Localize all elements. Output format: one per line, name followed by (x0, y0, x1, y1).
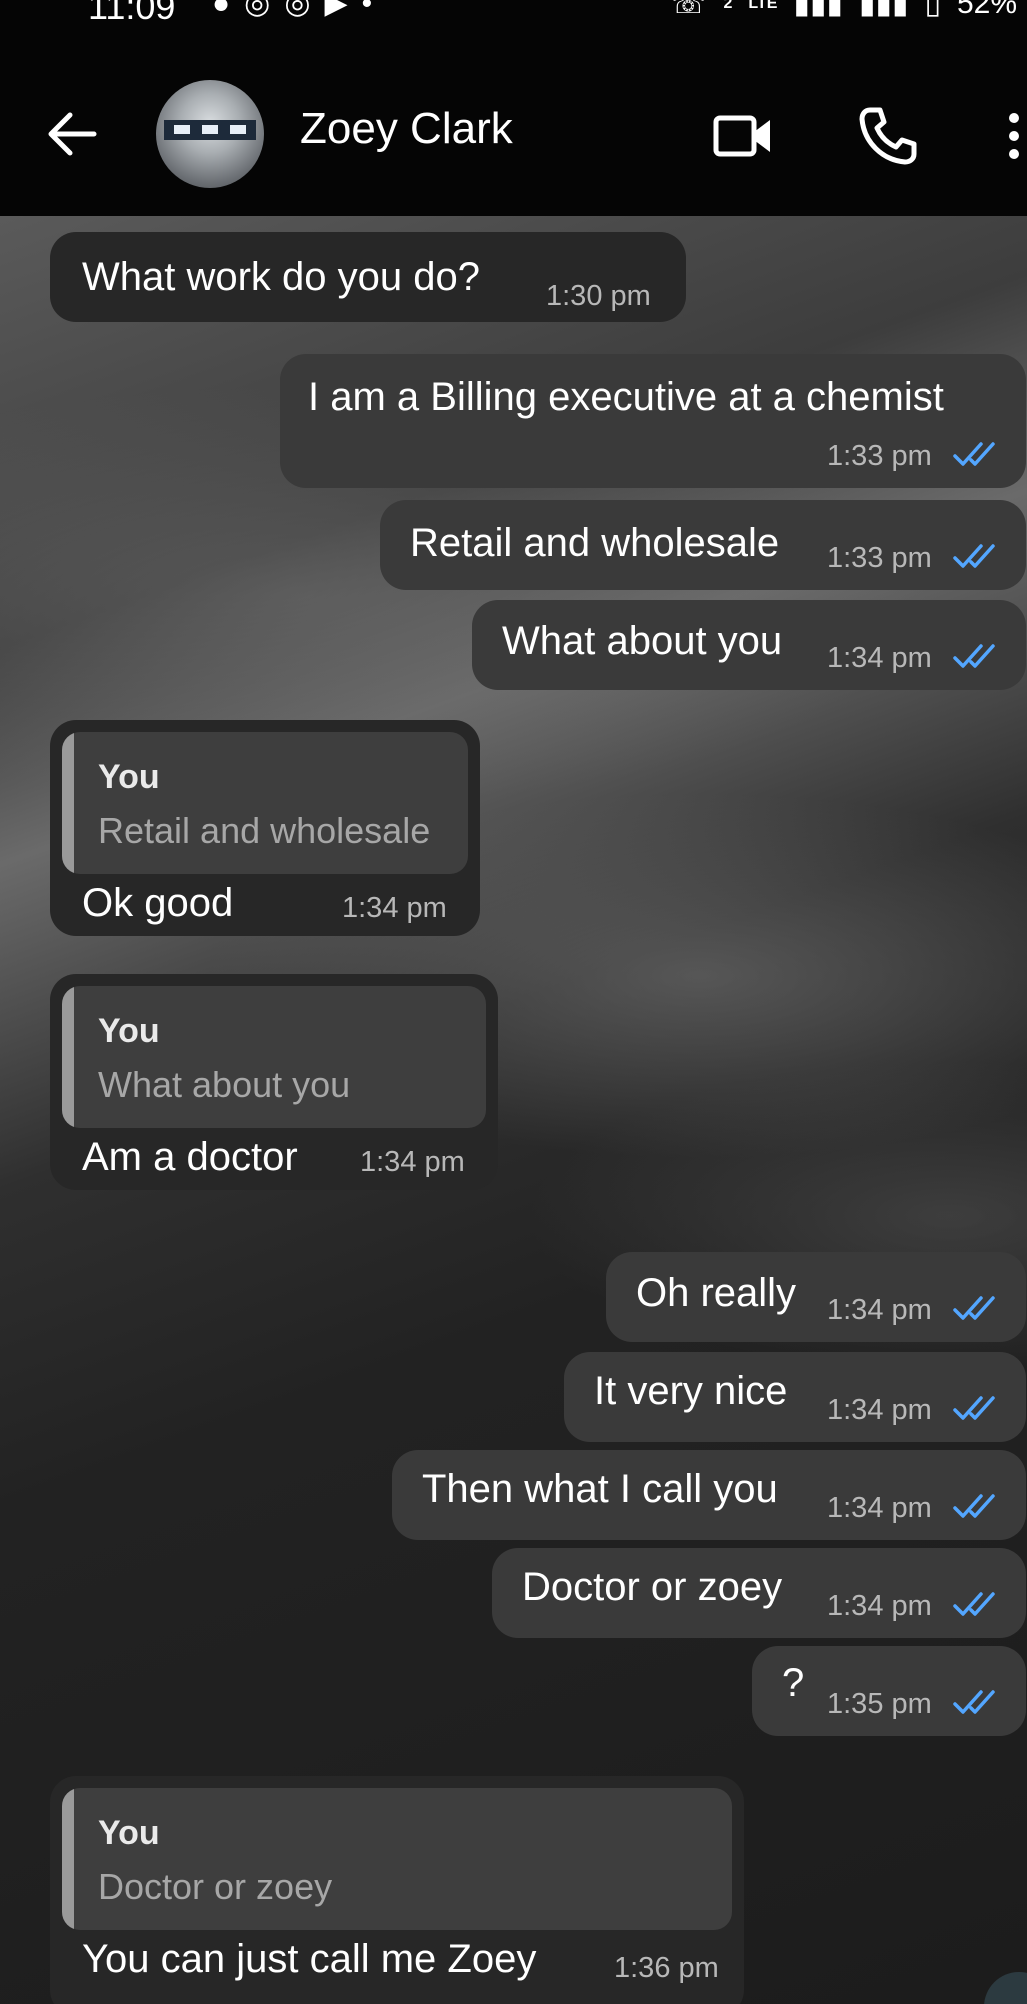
read-receipt-icon (953, 1494, 995, 1518)
quote-sender: You (98, 1814, 160, 1852)
message-outgoing[interactable]: Then what I call you 1:34 pm (392, 1450, 1026, 1540)
read-receipt-icon (953, 1690, 995, 1714)
status-bar: 11:09 ●◎◎▶• ☏ 2 LTE ▮▮▮ ▮▮▮ ▯ 52% (0, 0, 1027, 46)
message-incoming-reply[interactable]: You What about you Am a doctor 1:34 pm (50, 974, 498, 1190)
video-call-icon[interactable] (712, 104, 776, 168)
message-text: Oh really (636, 1271, 797, 1315)
youtube-icon: ▶ (324, 0, 362, 20)
message-time: 1:33 pm (827, 542, 932, 574)
avatar-image (164, 120, 256, 140)
signal-icon: ▮▮▮ (793, 0, 843, 20)
chat-messages: What work do you do? 1:30 pm I am a Bill… (0, 216, 1027, 2004)
message-outgoing[interactable]: What about you 1:34 pm (472, 600, 1026, 690)
dot-icon: • (361, 0, 387, 20)
message-text: What work do you do? (82, 255, 480, 299)
notification-icons: ●◎◎▶• (212, 0, 386, 21)
message-text: What about you (502, 619, 783, 663)
message-time: 1:33 pm (827, 440, 932, 472)
status-right: ☏ 2 LTE ▮▮▮ ▮▮▮ ▯ 52% (670, 0, 1017, 21)
read-receipt-icon (953, 442, 995, 466)
battery-level: 52% (956, 0, 1017, 20)
signal-icon: ▮▮▮ (858, 0, 909, 20)
quote-bar (62, 1788, 74, 1930)
chat-header: Zoey Clark (0, 46, 1027, 216)
message-outgoing[interactable]: Retail and wholesale 1:33 pm (380, 500, 1026, 590)
quoted-message[interactable]: You Retail and wholesale (62, 732, 468, 874)
quote-sender: You (98, 758, 160, 796)
message-text: I am a Billing executive at a chemist (308, 375, 944, 419)
message-text: Am a doctor (82, 1135, 298, 1179)
network-label: LTE (748, 0, 778, 12)
contact-name[interactable]: Zoey Clark (300, 104, 513, 154)
message-outgoing[interactable]: Oh really 1:34 pm (606, 1252, 1026, 1342)
quote-bar (62, 986, 74, 1128)
message-time: 1:36 pm (614, 1952, 719, 1984)
read-receipt-icon (953, 1592, 995, 1616)
message-outgoing[interactable]: Doctor or zoey 1:34 pm (492, 1548, 1026, 1638)
instagram-icon: ◎ (284, 0, 325, 20)
message-text: Doctor or zoey (522, 1565, 783, 1609)
message-text: Retail and wholesale (410, 521, 780, 565)
message-outgoing[interactable]: ? 1:35 pm (752, 1646, 1026, 1736)
message-text: ? (782, 1661, 805, 1705)
phone-call-icon[interactable] (856, 104, 920, 168)
message-time: 1:30 pm (546, 280, 651, 312)
message-time: 1:34 pm (360, 1146, 465, 1178)
status-time: 11:09 (88, 0, 176, 27)
message-time: 1:34 pm (827, 642, 932, 674)
back-arrow-icon[interactable] (44, 106, 100, 162)
more-options-icon[interactable] (996, 104, 1026, 168)
message-incoming-reply[interactable]: You Retail and wholesale Ok good 1:34 pm (50, 720, 480, 936)
read-receipt-icon (953, 1396, 995, 1420)
quote-sender: You (98, 1012, 160, 1050)
message-time: 1:35 pm (827, 1688, 932, 1720)
message-time: 1:34 pm (827, 1394, 932, 1426)
message-icon: ● (212, 0, 245, 20)
message-incoming-reply[interactable]: You Doctor or zoey You can just call me … (50, 1776, 744, 2004)
message-time: 1:34 pm (827, 1590, 932, 1622)
read-receipt-icon (953, 1296, 995, 1320)
quoted-message[interactable]: You What about you (62, 986, 486, 1128)
scroll-down-button[interactable] (984, 1972, 1027, 2004)
message-outgoing[interactable]: It very nice 1:34 pm (564, 1352, 1026, 1442)
instagram-icon: ◎ (244, 0, 285, 20)
sim-label: 2 (723, 0, 733, 12)
message-time: 1:34 pm (827, 1492, 932, 1524)
battery-icon: ▯ (924, 0, 941, 20)
read-receipt-icon (953, 544, 995, 568)
message-text: Then what I call you (422, 1467, 778, 1511)
quoted-message[interactable]: You Doctor or zoey (62, 1788, 732, 1930)
message-text: Ok good (82, 881, 234, 925)
avatar[interactable] (156, 80, 264, 188)
quote-text: Retail and wholesale (98, 810, 431, 851)
message-incoming[interactable]: What work do you do? 1:30 pm (50, 232, 686, 322)
read-receipt-icon (953, 644, 995, 668)
wifi-call-icon: ☏ (669, 0, 708, 20)
message-text: You can just call me Zoey (82, 1937, 537, 1981)
message-outgoing[interactable]: I am a Billing executive at a chemist 1:… (280, 354, 1026, 488)
message-text: It very nice (594, 1369, 788, 1413)
message-time: 1:34 pm (342, 892, 447, 924)
quote-text: What about you (98, 1064, 351, 1105)
message-time: 1:34 pm (827, 1294, 932, 1326)
quote-bar (62, 732, 74, 874)
quote-text: Doctor or zoey (98, 1866, 333, 1907)
